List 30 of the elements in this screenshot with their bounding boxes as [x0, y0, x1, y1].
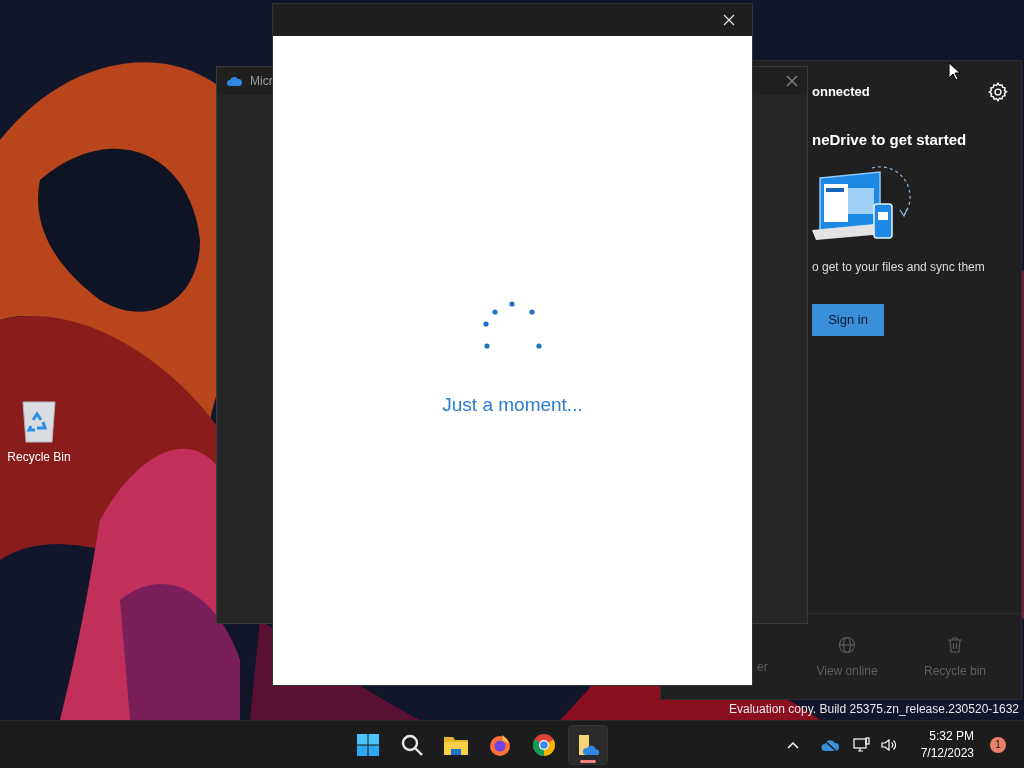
chevron-up-icon[interactable] — [786, 740, 799, 749]
windows-logo-icon — [356, 732, 381, 757]
network-icon[interactable] — [852, 736, 871, 753]
description-text: o get to your files and sync them — [812, 258, 986, 276]
mouse-pointer-icon — [948, 62, 960, 81]
footer-label[interactable]: Recycle bin — [924, 662, 986, 680]
loading-message: Just a moment... — [442, 393, 583, 417]
clock-time: 5:32 PM — [929, 727, 974, 745]
build-info-text: Evaluation copy. Build 25375.zn_release.230520-1632 — [729, 701, 1019, 718]
cloud-icon — [227, 76, 242, 86]
status-text: onnected — [812, 83, 870, 102]
notification-badge[interactable]: 1 — [990, 736, 1006, 753]
footer-label[interactable]: View online — [816, 662, 878, 680]
recycle-bin-icon[interactable] — [21, 400, 57, 444]
clock-date: 7/12/2023 — [920, 744, 974, 762]
search-icon — [400, 732, 425, 757]
sign-in-button[interactable]: Sign in — [812, 303, 884, 336]
chrome-icon — [532, 732, 557, 757]
clock[interactable]: 5:32 PM 7/12/2023 — [920, 727, 974, 762]
panel-heading: neDrive to get started — [812, 130, 968, 150]
firefox-icon — [488, 732, 513, 757]
window-title: Micr — [250, 73, 273, 90]
cloud-icon[interactable] — [820, 738, 839, 751]
taskbar-button[interactable] — [568, 724, 609, 765]
desktop-icon-label[interactable]: Recycle Bin — [7, 448, 71, 466]
trash-icon — [946, 636, 964, 654]
settings-icon[interactable] — [987, 81, 1009, 103]
folder-cloud-icon — [576, 732, 601, 757]
globe-icon — [838, 636, 856, 654]
speaker-icon[interactable] — [880, 737, 897, 752]
